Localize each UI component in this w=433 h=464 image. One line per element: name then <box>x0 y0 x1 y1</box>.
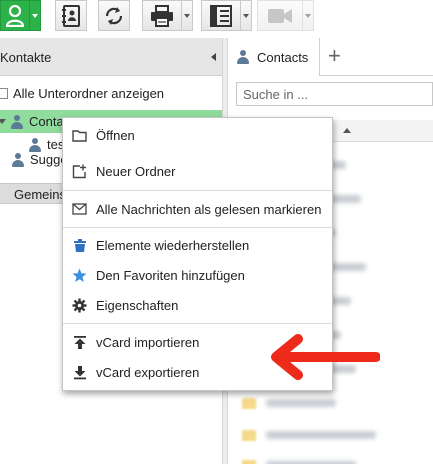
list-item[interactable] <box>236 420 433 450</box>
list-item[interactable] <box>236 388 433 418</box>
contact-person-icon <box>1 1 29 30</box>
print-button[interactable] <box>142 0 182 31</box>
menu-separator <box>63 227 332 228</box>
tab-contacts[interactable]: Contacts <box>228 38 320 76</box>
layout-button[interactable] <box>201 0 241 31</box>
menu-item-label: Öffnen <box>96 127 135 143</box>
red-arrow-pointer-icon <box>271 334 380 380</box>
star-icon <box>72 268 87 283</box>
menu-item-properties[interactable]: Eigenschaften <box>63 291 332 319</box>
video-call-dropdown-button[interactable] <box>303 0 314 31</box>
address-book-icon <box>56 1 86 30</box>
new-folder-icon <box>72 164 87 179</box>
menu-item-open[interactable]: Öffnen <box>63 121 332 149</box>
menu-item-add-favorite[interactable]: Den Favoriten hinzufügen <box>63 261 332 289</box>
blurred-contact-name <box>266 399 336 407</box>
panel-title: Kontakte <box>0 50 52 65</box>
printer-icon <box>143 1 181 30</box>
contact-group-icon <box>242 460 256 464</box>
menu-item-label: vCard exportieren <box>96 364 200 380</box>
contact-group-icon <box>242 398 256 409</box>
contact-group-icon <box>242 430 256 441</box>
tab-strip-border <box>320 75 433 76</box>
add-tab-button[interactable]: + <box>328 45 341 67</box>
sort-ascending-icon <box>343 128 351 133</box>
layout-columns-icon <box>202 1 240 30</box>
video-call-button[interactable] <box>257 0 303 31</box>
download-icon <box>72 365 87 380</box>
restore-items-icon <box>72 238 87 253</box>
show-subfolders-row[interactable]: Alle Unterordner anzeigen <box>0 83 222 103</box>
menu-item-new-folder[interactable]: Neuer Ordner <box>63 157 332 185</box>
search-input[interactable] <box>236 82 433 106</box>
menu-item-label: Elemente wiederherstellen <box>96 237 250 253</box>
new-contact-button[interactable] <box>0 0 30 31</box>
menu-item-mark-all-read[interactable]: Alle Nachrichten als gelesen markieren <box>63 195 332 223</box>
layout-dropdown-button[interactable] <box>241 0 252 31</box>
menu-separator <box>63 323 332 324</box>
folder-open-icon <box>72 128 87 143</box>
menu-item-label: Neuer Ordner <box>96 163 176 179</box>
sync-button[interactable] <box>98 0 130 31</box>
print-dropdown-button[interactable] <box>182 0 193 31</box>
video-camera-icon <box>258 1 302 30</box>
collapse-panel-icon[interactable] <box>211 53 216 61</box>
menu-item-label: Alle Nachrichten als gelesen markieren <box>96 201 322 217</box>
show-subfolders-checkbox[interactable] <box>0 87 8 99</box>
menu-item-label: vCard importieren <box>96 334 200 350</box>
toolbar <box>0 0 433 34</box>
address-book-button[interactable] <box>55 0 87 31</box>
upload-icon <box>72 335 87 350</box>
folder-panel-header: Kontakte <box>0 38 222 76</box>
menu-item-restore-items[interactable]: Elemente wiederherstellen <box>63 231 332 259</box>
contacts-tab-icon <box>236 50 250 64</box>
new-contact-dropdown-button[interactable] <box>30 0 41 31</box>
expand-toggle-icon[interactable] <box>0 119 6 124</box>
blurred-contact-name <box>266 431 376 439</box>
contact-folder-icon <box>11 152 25 167</box>
menu-item-label: Eigenschaften <box>96 297 179 313</box>
contact-folder-icon <box>10 114 24 129</box>
menu-separator <box>63 190 332 191</box>
sync-icon <box>99 1 129 30</box>
tab-label: Contacts <box>257 49 309 65</box>
envelope-icon <box>72 202 87 217</box>
show-subfolders-label: Alle Unterordner anzeigen <box>13 85 165 101</box>
menu-item-label: Den Favoriten hinzufügen <box>96 267 245 283</box>
list-item[interactable] <box>236 450 433 464</box>
gear-icon <box>72 298 87 313</box>
